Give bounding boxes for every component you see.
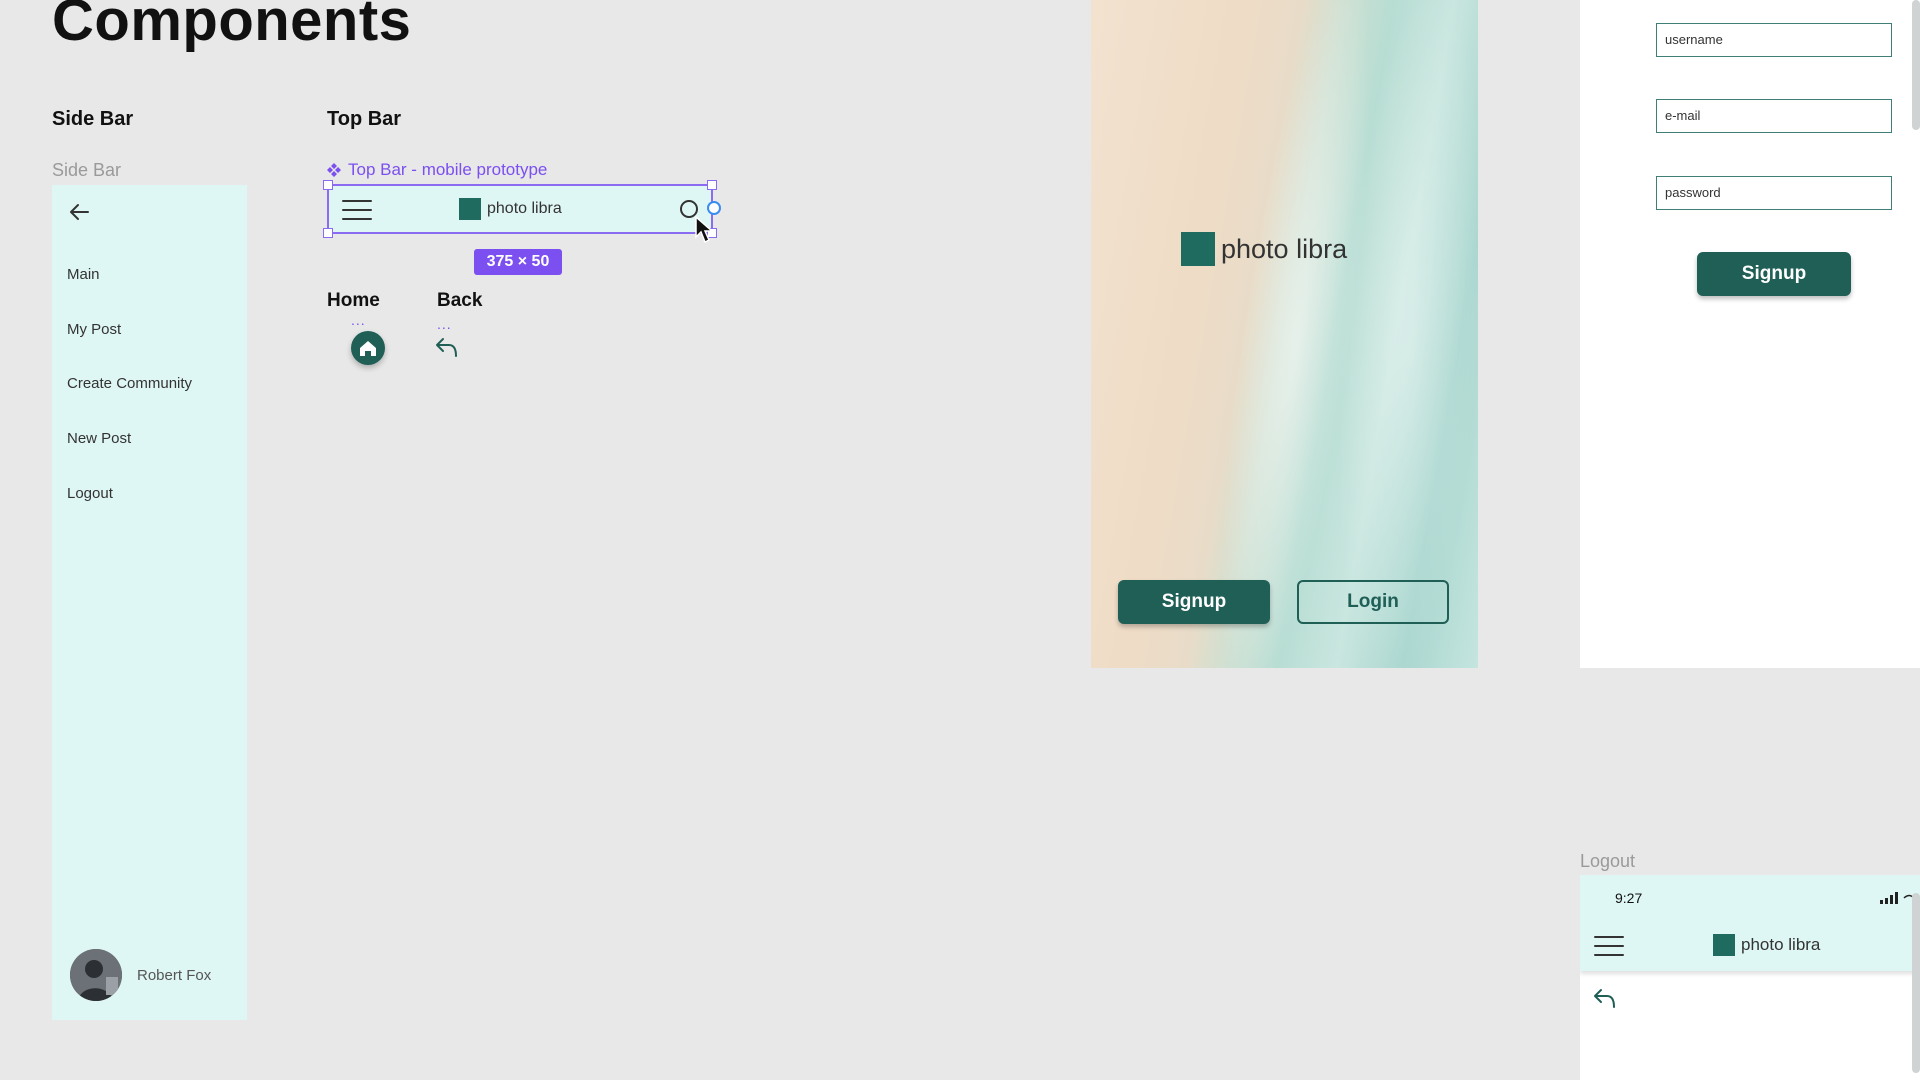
- brand-logo[interactable]: photo libra: [1713, 930, 1821, 956]
- component-label-text: Top Bar - mobile prototype: [348, 160, 548, 179]
- welcome-screen[interactable]: photo libra Signup Login: [1091, 0, 1478, 668]
- back-arrow-icon[interactable]: [434, 337, 460, 359]
- home-button[interactable]: [351, 331, 385, 365]
- email-field[interactable]: e-mail: [1656, 99, 1892, 133]
- avatar: [70, 949, 122, 1001]
- rotation-handle[interactable]: [707, 201, 721, 215]
- component-label[interactable]: Top Bar - mobile prototype: [326, 160, 547, 180]
- size-badge: 375 × 50: [474, 249, 562, 275]
- signup-form-screen[interactable]: username e-mail password Signup: [1580, 0, 1920, 668]
- home-icon: [360, 341, 376, 356]
- status-time: 9:27: [1615, 890, 1643, 906]
- password-field[interactable]: password: [1656, 176, 1892, 210]
- brand-name: photo libra: [1741, 935, 1821, 954]
- brand-logo[interactable]: photo libra: [459, 194, 562, 220]
- resize-handle-top-right[interactable]: [707, 180, 717, 190]
- arrow-left-icon[interactable]: [66, 199, 92, 225]
- sidebar-frame-label[interactable]: Side Bar: [52, 160, 121, 181]
- logout-frame-label[interactable]: Logout: [1580, 851, 1635, 872]
- scrollbar[interactable]: [1912, 893, 1920, 1073]
- back-dots: ...: [437, 316, 452, 332]
- logout-screen[interactable]: 9:27 photo libra: [1580, 875, 1920, 1080]
- welcome-brand-name: photo libra: [1221, 233, 1348, 264]
- sidebar-item-main[interactable]: Main: [67, 266, 100, 283]
- login-button[interactable]: Login: [1297, 580, 1449, 624]
- hamburger-menu-icon[interactable]: [1593, 934, 1625, 958]
- home-icon-title: Home: [327, 290, 380, 311]
- home-dots: ...: [351, 312, 366, 328]
- section-title-side-bar: Side Bar: [52, 108, 134, 130]
- resize-handle-top-left[interactable]: [323, 180, 333, 190]
- back-arrow-icon[interactable]: [1592, 988, 1618, 1010]
- username-field[interactable]: username: [1656, 23, 1892, 57]
- resize-handle-bottom-left[interactable]: [323, 228, 333, 238]
- back-icon-title: Back: [437, 290, 483, 311]
- signal-wifi-icon: [1880, 892, 1914, 904]
- brand-name: photo libra: [487, 200, 562, 217]
- sidebar[interactable]: Main My Post Create Community New Post L…: [52, 185, 247, 1020]
- top-bar-component[interactable]: photo libra: [323, 180, 721, 238]
- welcome-logo: photo libra: [1181, 226, 1348, 266]
- section-title-top-bar: Top Bar: [327, 108, 402, 130]
- sidebar-item-my-post[interactable]: My Post: [67, 321, 121, 338]
- photo-libra-logo-icon: [459, 194, 485, 220]
- photo-libra-logo-icon: [1713, 930, 1739, 956]
- mouse-cursor-icon: [695, 215, 714, 244]
- user-name[interactable]: Robert Fox: [137, 967, 211, 984]
- component-icon: [327, 163, 341, 177]
- sidebar-item-new-post[interactable]: New Post: [67, 430, 131, 447]
- sidebar-item-create-community[interactable]: Create Community: [67, 375, 192, 392]
- logout-top-bar: 9:27 photo libra: [1580, 875, 1920, 971]
- sidebar-item-logout[interactable]: Logout: [67, 485, 113, 502]
- signup-button[interactable]: Signup: [1118, 580, 1270, 624]
- photo-libra-logo-icon: [1181, 226, 1221, 266]
- hamburger-menu-icon[interactable]: [341, 198, 373, 222]
- signup-submit-button[interactable]: Signup: [1697, 252, 1851, 296]
- page-title: Components: [52, 0, 412, 53]
- scrollbar[interactable]: [1912, 0, 1920, 130]
